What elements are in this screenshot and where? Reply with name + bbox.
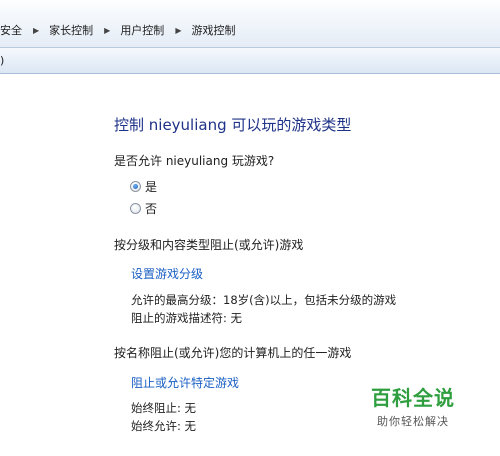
allowed-rating-text: 允许的最高分级：18岁(含)以上，包括未分级的游戏: [131, 293, 397, 307]
breadcrumb-item-parental-controls[interactable]: 家长控制: [49, 22, 93, 38]
watermark-title: 百科全说: [371, 386, 455, 410]
radio-button-unchecked[interactable]: [130, 203, 141, 214]
radio-option-yes[interactable]: 是: [130, 178, 157, 195]
rating-section-heading: 按分级和内容类型阻止(或允许)游戏: [114, 238, 304, 252]
name-section-heading: 按名称阻止(或允许)您的计算机上的任一游戏: [114, 346, 352, 360]
radio-label-no: 否: [145, 202, 158, 216]
page-title: 控制 nieyuliang 可以玩的游戏类型: [114, 116, 352, 134]
blocked-descriptors-text: 阻止的游戏描述符: 无: [131, 311, 243, 325]
breadcrumb-item-game-controls[interactable]: 游戏控制: [191, 22, 235, 38]
radio-button-checked[interactable]: [130, 181, 141, 192]
triangle-right-icon[interactable]: ▶: [104, 26, 110, 35]
allow-games-question: 是否允许 nieyuliang 玩游戏?: [114, 154, 275, 168]
set-game-ratings-link[interactable]: 设置游戏分级: [131, 265, 203, 282]
always-block-text: 始终阻止: 无: [131, 401, 197, 415]
triangle-right-icon[interactable]: ▶: [175, 26, 181, 35]
radio-option-no[interactable]: 否: [130, 200, 157, 217]
breadcrumb-item-user-controls[interactable]: 用户控制: [120, 22, 164, 38]
block-allow-specific-games-link[interactable]: 阻止或允许特定游戏: [131, 374, 239, 391]
triangle-right-icon[interactable]: ▶: [33, 26, 39, 35]
radio-label-yes: 是: [145, 180, 158, 194]
breadcrumb: 安全 ▶ 家长控制 ▶ 用户控制 ▶ 游戏控制: [0, 22, 235, 38]
address-bar: 安全 ▶ 家长控制 ▶ 用户控制 ▶ 游戏控制: [0, 0, 500, 48]
always-allow-text: 始终允许: 无: [131, 419, 197, 433]
breadcrumb-item-security[interactable]: 安全: [0, 22, 22, 38]
watermark: 百科全说 助你轻松解决: [363, 382, 463, 429]
menu-bar: ): [0, 48, 500, 74]
menu-item-fragment[interactable]: ): [0, 54, 4, 67]
watermark-subtitle: 助你轻松解决: [377, 415, 449, 428]
